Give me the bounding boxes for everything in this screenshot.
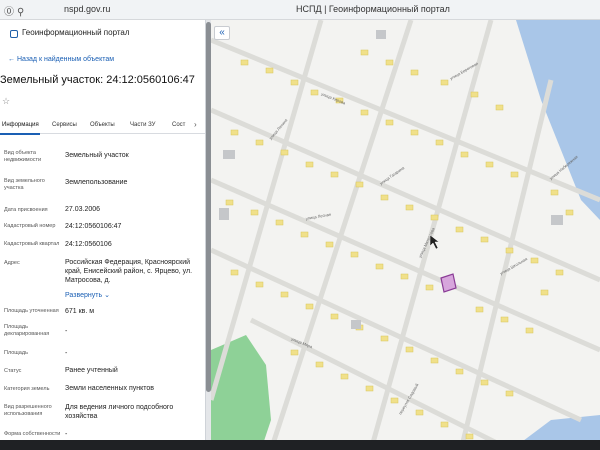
row-label: Дата присвоения	[4, 207, 48, 213]
collapse-panel-button[interactable]: «	[214, 26, 230, 40]
row-label: Категория земель	[4, 386, 50, 392]
chevron-down-icon[interactable]: ⌄	[104, 292, 110, 299]
row-label: Кадастровый квартал	[4, 241, 60, 247]
street-label: улица Лесная	[305, 212, 331, 221]
row-value: 671 кв. м	[65, 308, 95, 315]
row-label: Адрес	[4, 260, 20, 266]
back-link-label[interactable]: Назад к найденным объектам	[17, 56, 114, 63]
row-label: Площадь	[4, 350, 28, 356]
tab-objects[interactable]: Объекты	[90, 122, 115, 128]
address-bar[interactable]: nspd.gov.ru	[64, 4, 110, 14]
expand-address-link[interactable]: Развернуть ⌄	[65, 291, 205, 300]
tab-parts[interactable]: Части ЗУ	[130, 122, 155, 128]
row-label: Кадастровый номер	[4, 223, 56, 229]
row-value: 24:12:0560106	[65, 241, 112, 248]
favorite-star-icon[interactable]: ☆	[2, 96, 10, 107]
row-label: Площадь уточненная	[4, 308, 59, 314]
street-label: улица Гагарина	[379, 165, 406, 186]
screen: ⓪⚲ nspd.gov.ru НСПД | Геоинформационный …	[0, 0, 600, 450]
row-value: Землепользование	[65, 179, 128, 186]
street-labels: улица Ленина улица Кирова улица Гагарина…	[268, 61, 579, 416]
row-label: Вид земельного участка	[4, 178, 45, 191]
row-label: Форма собственности	[4, 431, 61, 437]
row-value: Российская Федерация, Красноярский край,…	[65, 259, 193, 284]
tab-bar: Информация Сервисы Объекты Части ЗУ Сост…	[0, 118, 205, 135]
row-value: 24:12:0560106:47	[65, 223, 122, 230]
row-value: -	[65, 431, 68, 438]
row-value: Земли населенных пунктов	[65, 385, 155, 392]
tabs-scroll-right-icon[interactable]: ›	[194, 120, 197, 129]
tab-services[interactable]: Сервисы	[52, 122, 77, 128]
row-value: -	[65, 328, 68, 335]
row-label: Вид объекта недвижимости	[4, 150, 42, 163]
browser-tab-title: НСПД | Геоинформационный портал	[296, 4, 450, 14]
portal-title: Геоинформационный портал	[22, 28, 130, 37]
expand-label[interactable]: Развернуть	[65, 292, 102, 299]
row-value: -	[65, 350, 68, 357]
tab-info[interactable]: Информация	[2, 122, 39, 128]
row-label: Вид разрешенного использования	[4, 404, 52, 417]
page-title: Земельный участок: 24:12:0560106:47	[0, 74, 195, 86]
active-tab-indicator	[0, 133, 40, 135]
row-value: Ранее учтенный	[65, 367, 118, 374]
portal-logo-icon	[10, 30, 18, 38]
forest-area	[211, 335, 271, 450]
row-value: Земельный участок	[65, 152, 129, 159]
mouse-cursor-icon	[429, 234, 440, 250]
browser-nav-icons[interactable]: ⓪⚲	[4, 3, 27, 18]
screen-bottom-edge	[0, 440, 600, 450]
map-canvas[interactable]: улица Ленина улица Кирова улица Гагарина…	[211, 20, 600, 450]
row-label: Площадь декларированная	[4, 324, 50, 337]
tab-composition[interactable]: Сост	[172, 122, 185, 128]
selected-parcel[interactable]	[440, 273, 457, 293]
browser-toolbar: ⓪⚲ nspd.gov.ru НСПД | Геоинформационный …	[0, 0, 600, 20]
back-link[interactable]: ← Назад к найденным объектам	[8, 56, 114, 63]
row-value: 27.03.2006	[65, 206, 101, 213]
row-label: Статус	[4, 368, 22, 374]
row-value: Для ведения личного подсобного хозяйства	[65, 404, 174, 420]
info-panel: Геоинформационный портал ← Назад к найде…	[0, 20, 206, 450]
map-view[interactable]: улица Ленина улица Кирова улица Гагарина…	[211, 20, 600, 450]
